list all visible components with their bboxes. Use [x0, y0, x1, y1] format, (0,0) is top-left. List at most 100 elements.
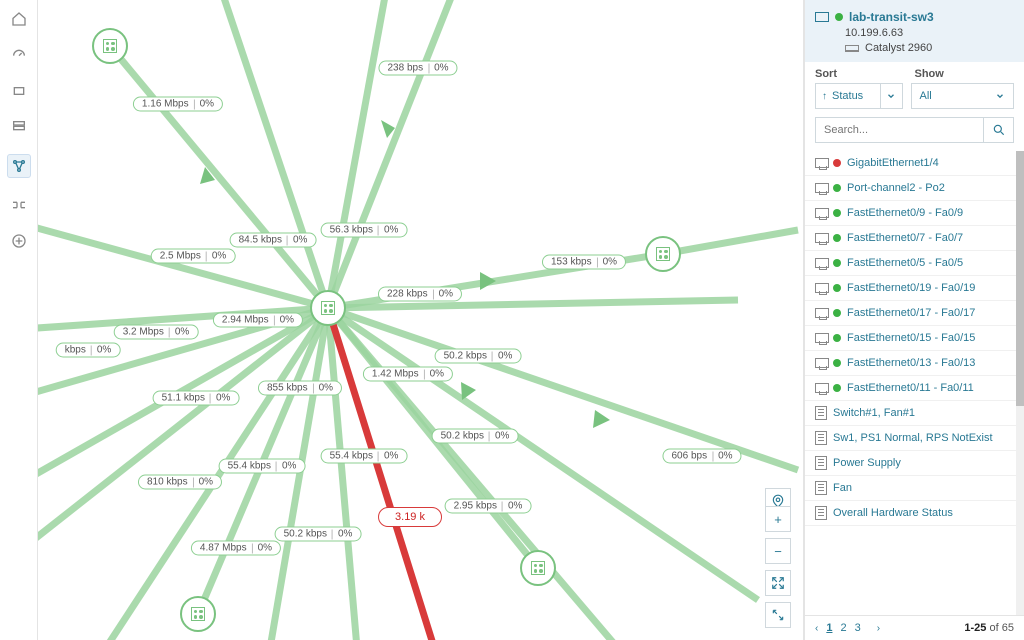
pager-page[interactable]: 2: [840, 622, 846, 634]
list-item[interactable]: FastEthernet0/13 - Fa0/13: [805, 351, 1016, 376]
link-label[interactable]: 50.2 kbps0%: [275, 527, 362, 542]
scrollbar-thumb[interactable]: [1016, 151, 1024, 406]
device-name: lab-transit-sw3: [849, 10, 934, 24]
list-item[interactable]: FastEthernet0/15 - Fa0/15: [805, 326, 1016, 351]
link-label[interactable]: 56.3 kbps0%: [321, 223, 408, 238]
nav-rack-icon[interactable]: [10, 118, 28, 136]
nav-home-icon[interactable]: [10, 10, 28, 28]
link-rate: 4.87 Mbps: [200, 543, 247, 554]
list-item[interactable]: FastEthernet0/5 - Fa0/5: [805, 251, 1016, 276]
topology-canvas[interactable]: 238 bps0%1.16 Mbps0%56.3 kbps0%84.5 kbps…: [38, 0, 804, 640]
link-label[interactable]: kbps0%: [56, 343, 121, 358]
item-label: Fan: [833, 482, 852, 494]
pager-page[interactable]: 3: [855, 622, 861, 634]
search-input[interactable]: [815, 117, 984, 143]
pager-prev[interactable]: ‹: [815, 623, 818, 634]
status-dot: [833, 259, 841, 267]
link-label[interactable]: 4.87 Mbps0%: [191, 541, 281, 556]
link-rate: 153 kbps: [551, 257, 592, 268]
sort-dropdown[interactable]: ↑Status: [815, 83, 903, 109]
link-label[interactable]: 3.2 Mbps0%: [114, 325, 199, 340]
item-label: FastEthernet0/15 - Fa0/15: [847, 332, 975, 344]
nav-timeline-icon[interactable]: [10, 196, 28, 214]
link-rate: 1.42 Mbps: [372, 369, 419, 380]
fullscreen-button[interactable]: [765, 602, 791, 628]
link-util: 0%: [293, 235, 307, 246]
link-rate: 238 bps: [387, 63, 423, 74]
link-label[interactable]: 228 kbps0%: [378, 287, 462, 302]
document-icon: [815, 406, 827, 420]
zoom-out-button[interactable]: −: [765, 538, 791, 564]
list-item[interactable]: Sw1, PS1 Normal, RPS NotExist: [805, 426, 1016, 451]
topology-node[interactable]: [180, 596, 216, 632]
topology-node[interactable]: [92, 28, 128, 64]
search-button[interactable]: [984, 117, 1014, 143]
fit-button[interactable]: [765, 570, 791, 596]
show-dropdown[interactable]: All: [911, 83, 1015, 109]
link-label[interactable]: 810 kbps0%: [138, 475, 222, 490]
link-label[interactable]: 1.16 Mbps0%: [133, 97, 223, 112]
port-icon: [815, 308, 829, 318]
link-label[interactable]: 2.94 Mbps0%: [213, 313, 303, 328]
interface-list: GigabitEthernet1/4Port-channel2 - Po2Fas…: [805, 151, 1024, 615]
link-label[interactable]: 51.1 kbps0%: [153, 391, 240, 406]
pager-total: 65: [1002, 622, 1014, 634]
zoom-in-button[interactable]: +: [765, 506, 791, 532]
link-util: 0%: [384, 225, 398, 236]
link-label[interactable]: 55.4 kbps0%: [321, 449, 408, 464]
item-label: FastEthernet0/19 - Fa0/19: [847, 282, 975, 294]
list-item[interactable]: Overall Hardware Status: [805, 501, 1016, 526]
topology-node[interactable]: [520, 550, 556, 586]
nav-add-icon[interactable]: [10, 232, 28, 250]
nav-dashboard-icon[interactable]: [10, 46, 28, 64]
list-item[interactable]: GigabitEthernet1/4: [805, 151, 1016, 176]
list-item[interactable]: FastEthernet0/9 - Fa0/9: [805, 201, 1016, 226]
link-label[interactable]: 50.2 kbps0%: [435, 349, 522, 364]
status-dot: [833, 159, 841, 167]
port-icon: [815, 358, 829, 368]
device-ip: 10.199.6.63: [845, 27, 1014, 39]
list-item[interactable]: Port-channel2 - Po2: [805, 176, 1016, 201]
link-label[interactable]: 606 bps0%: [662, 449, 741, 464]
list-item[interactable]: FastEthernet0/17 - Fa0/17: [805, 301, 1016, 326]
link-util: 0%: [508, 501, 522, 512]
link-util: 0%: [439, 289, 453, 300]
link-label[interactable]: 84.5 kbps0%: [230, 233, 317, 248]
link-rate: 3.2 Mbps: [123, 327, 164, 338]
link-label[interactable]: 55.4 kbps0%: [219, 459, 306, 474]
pager-next[interactable]: ›: [877, 623, 880, 634]
nav-topology-icon[interactable]: [7, 154, 31, 178]
link-rate: 3.19 k: [395, 511, 425, 523]
link-label[interactable]: 1.42 Mbps0%: [363, 367, 453, 382]
topology-node[interactable]: [310, 290, 346, 326]
link-label[interactable]: 50.2 kbps0%: [432, 429, 519, 444]
link-label[interactable]: 238 bps0%: [378, 61, 457, 76]
link-rate: 55.4 kbps: [228, 461, 271, 472]
link-label[interactable]: 153 kbps 0%: [542, 255, 626, 270]
link-util: 0%: [319, 383, 333, 394]
port-icon: [815, 333, 829, 343]
nav-device-icon[interactable]: [10, 82, 28, 100]
link-rate: 50.2 kbps: [444, 351, 487, 362]
status-dot: [833, 384, 841, 392]
list-item[interactable]: FastEthernet0/11 - Fa0/11: [805, 376, 1016, 401]
link-util: 0%: [603, 257, 617, 268]
scrollbar[interactable]: [1016, 151, 1024, 615]
list-item[interactable]: FastEthernet0/7 - Fa0/7: [805, 226, 1016, 251]
link-label[interactable]: 2.95 kbps0%: [445, 499, 532, 514]
list-item[interactable]: Switch#1, Fan#1: [805, 401, 1016, 426]
pager-page[interactable]: 1: [826, 622, 832, 634]
status-dot: [833, 234, 841, 242]
link-label[interactable]: 855 kbps 0%: [258, 381, 342, 396]
link-label-critical[interactable]: 3.19 k: [378, 507, 442, 527]
topology-node[interactable]: [645, 236, 681, 272]
link-label[interactable]: 2.5 Mbps0%: [151, 249, 236, 264]
right-panel: lab-transit-sw3 10.199.6.63 Catalyst 296…: [804, 0, 1024, 640]
list-item[interactable]: Power Supply: [805, 451, 1016, 476]
list-controls: Sort Show ↑Status All: [805, 62, 1024, 143]
link-rate: 855 kbps: [267, 383, 308, 394]
item-label: Sw1, PS1 Normal, RPS NotExist: [833, 432, 993, 444]
sort-arrow-up-icon: ↑: [822, 91, 827, 102]
list-item[interactable]: FastEthernet0/19 - Fa0/19: [805, 276, 1016, 301]
list-item[interactable]: Fan: [805, 476, 1016, 501]
